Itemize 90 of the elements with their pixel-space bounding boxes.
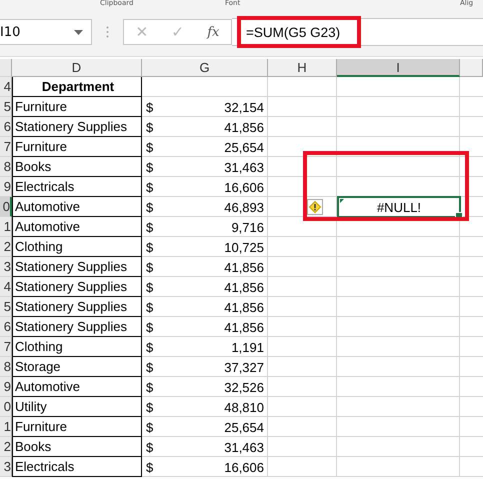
row-number[interactable]: 2: [0, 437, 12, 457]
amount-value: 25,654: [224, 420, 264, 434]
row-number[interactable]: 7: [0, 137, 12, 157]
table-cell: Clothing: [12, 237, 142, 257]
row-number[interactable]: 1: [0, 217, 12, 237]
table-cell: Books: [12, 437, 142, 457]
row-number[interactable]: 9: [0, 377, 12, 397]
table-cell: Stationery Supplies: [12, 117, 142, 137]
table-cell: Electricals: [12, 457, 142, 477]
amount-value: 32,154: [224, 100, 264, 114]
table-cell: Furniture: [12, 97, 142, 117]
currency-symbol: $: [146, 320, 154, 334]
amount-value: 41,856: [224, 120, 264, 134]
table-cell: Stationery Supplies: [12, 317, 142, 337]
currency-symbol: $: [146, 440, 154, 454]
currency-symbol: $: [146, 260, 154, 274]
amount-value: 9,716: [231, 220, 264, 234]
table-cell: Automotive: [12, 197, 142, 217]
currency-symbol: $: [146, 420, 154, 434]
currency-symbol: $: [146, 460, 154, 474]
amount-value: 32,526: [224, 380, 264, 394]
row-number[interactable]: 6: [0, 317, 12, 337]
row-number[interactable]: 7: [0, 337, 12, 357]
amount-value: 16,606: [224, 460, 264, 474]
column-header[interactable]: H: [268, 59, 337, 77]
dropdown-caret-icon[interactable]: [74, 30, 83, 34]
amount-value: 46,893: [224, 200, 264, 214]
row-number[interactable]: 9: [0, 177, 12, 197]
selected-cell[interactable]: #NULL!: [337, 196, 461, 218]
currency-symbol: $: [146, 200, 154, 214]
amount-value: 41,856: [224, 280, 264, 294]
row-number[interactable]: 8: [0, 157, 12, 177]
row-number[interactable]: 0: [0, 197, 12, 217]
amount-value: 1,191: [231, 340, 264, 354]
table-cell: Stationery Supplies: [12, 257, 142, 277]
amount-value: 41,856: [224, 300, 264, 314]
table-cell: Storage: [12, 357, 142, 377]
amount-value: 37,327: [224, 360, 264, 374]
row-number[interactable]: 8: [0, 357, 12, 377]
currency-symbol: $: [146, 360, 154, 374]
amount-value: 10,725: [224, 240, 264, 254]
amount-value: 31,463: [224, 440, 264, 454]
currency-symbol: $: [146, 180, 154, 194]
row-number[interactable]: 6: [0, 117, 12, 137]
warning-icon[interactable]: [307, 199, 323, 215]
column-header[interactable]: D: [12, 59, 142, 77]
table-cell: Electricals: [12, 177, 142, 197]
currency-symbol: $: [146, 340, 154, 354]
row-number[interactable]: 4: [0, 277, 12, 297]
column-header[interactable]: G: [142, 59, 268, 77]
amount-value: 25,654: [224, 140, 264, 154]
currency-symbol: $: [146, 280, 154, 294]
column-header[interactable]: I: [337, 59, 460, 77]
table-cell: Stationery Supplies: [12, 297, 142, 317]
table-cell: Automotive: [12, 217, 142, 237]
table-cell: Furniture: [12, 417, 142, 437]
currency-symbol: $: [146, 400, 154, 414]
amount-value: 16,606: [224, 180, 264, 194]
amount-value: 31,463: [224, 160, 264, 174]
insert-function-button[interactable]: fx: [207, 24, 220, 40]
corner-header: [0, 59, 12, 77]
table-cell: Books: [12, 157, 142, 177]
row-number[interactable]: 2: [0, 237, 12, 257]
table-cell: Clothing: [12, 337, 142, 357]
currency-symbol: $: [146, 300, 154, 314]
amount-value: 41,856: [224, 320, 264, 334]
currency-symbol: $: [146, 140, 154, 154]
amount-value: 48,810: [224, 400, 264, 414]
row-number[interactable]: 3: [0, 257, 12, 277]
grip-icon: [106, 26, 109, 38]
row-number[interactable]: 1: [0, 417, 12, 437]
currency-symbol: $: [146, 160, 154, 174]
table-cell: Furniture: [12, 137, 142, 157]
amount-value: 41,856: [224, 260, 264, 274]
table-cell: Stationery Supplies: [12, 277, 142, 297]
currency-symbol: $: [146, 240, 154, 254]
formula-field[interactable]: =SUM(G5 G23): [232, 18, 483, 46]
currency-symbol: $: [146, 380, 154, 394]
name-box[interactable]: I10: [0, 19, 92, 45]
currency-symbol: $: [146, 120, 154, 134]
currency-symbol: $: [146, 220, 154, 234]
row-number[interactable]: 5: [0, 297, 12, 317]
row-number[interactable]: 3: [0, 457, 12, 477]
table-cell: Department: [12, 77, 142, 97]
currency-symbol: $: [146, 100, 154, 114]
row-number[interactable]: 5: [0, 97, 12, 117]
row-number[interactable]: 0: [0, 397, 12, 417]
table-cell: Automotive: [12, 377, 142, 397]
row-number[interactable]: 4: [0, 77, 12, 97]
table-cell: Utility: [12, 397, 142, 417]
